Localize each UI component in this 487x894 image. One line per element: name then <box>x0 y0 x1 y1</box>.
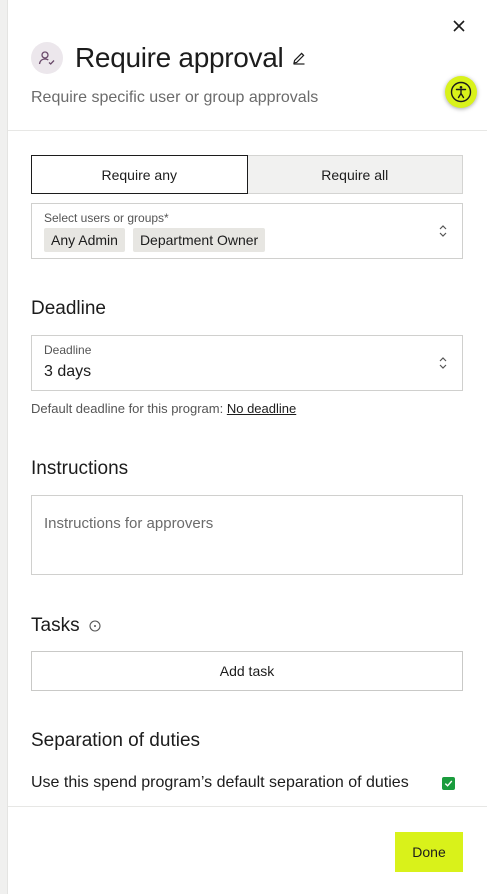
accessibility-icon[interactable] <box>445 76 477 108</box>
deadline-helper: Default deadline for this program: No de… <box>31 401 296 416</box>
deadline-label: Deadline <box>44 343 92 357</box>
separation-heading: Separation of duties <box>31 730 201 751</box>
tasks-heading-row: Tasks <box>31 615 101 637</box>
page-title: Require approval <box>75 42 284 73</box>
separation-checkbox-label: Use this spend program’s default separat… <box>31 774 409 791</box>
instructions-heading: Instructions <box>31 458 129 479</box>
approvers-label: Select users or groups* <box>44 211 169 225</box>
separation-checkbox[interactable] <box>442 776 455 790</box>
footer-divider <box>8 806 487 807</box>
left-backdrop-strip <box>0 0 8 894</box>
deadline-value: 3 days <box>44 363 92 380</box>
page-subtitle: Require specific user or group approvals <box>31 89 319 106</box>
tasks-heading: Tasks <box>31 615 80 636</box>
no-deadline-link[interactable]: No deadline <box>227 401 296 416</box>
approver-chip[interactable]: Any Admin <box>44 228 125 252</box>
close-icon[interactable] <box>449 16 469 36</box>
instructions-placeholder: Instructions for approvers <box>44 515 214 532</box>
separation-of-duties-row: Use this spend program’s default separat… <box>31 774 455 792</box>
pencil-icon[interactable] <box>291 50 307 66</box>
done-button[interactable]: Done <box>395 832 463 872</box>
approval-mode-toggle: Require any Require all <box>31 155 463 194</box>
approvers-select[interactable]: Select users or groups* Any Admin Depart… <box>31 203 463 259</box>
deadline-select[interactable]: Deadline 3 days <box>31 335 463 391</box>
header-divider <box>8 130 487 131</box>
approver-chip[interactable]: Department Owner <box>132 228 266 252</box>
deadline-heading: Deadline <box>31 298 106 319</box>
require-all-option[interactable]: Require all <box>247 155 463 194</box>
require-any-option[interactable]: Require any <box>31 155 248 194</box>
title-row: Require approval <box>75 40 307 76</box>
chevron-up-down-icon <box>438 223 448 239</box>
info-icon[interactable] <box>89 620 101 632</box>
approvers-chips: Any Admin Department Owner <box>44 228 266 252</box>
user-check-icon <box>31 42 63 74</box>
add-task-button[interactable]: Add task <box>31 651 463 691</box>
deadline-helper-text: Default deadline for this program: <box>31 401 224 416</box>
chevron-up-down-icon <box>438 355 448 371</box>
instructions-textarea[interactable]: Instructions for approvers <box>31 495 463 575</box>
